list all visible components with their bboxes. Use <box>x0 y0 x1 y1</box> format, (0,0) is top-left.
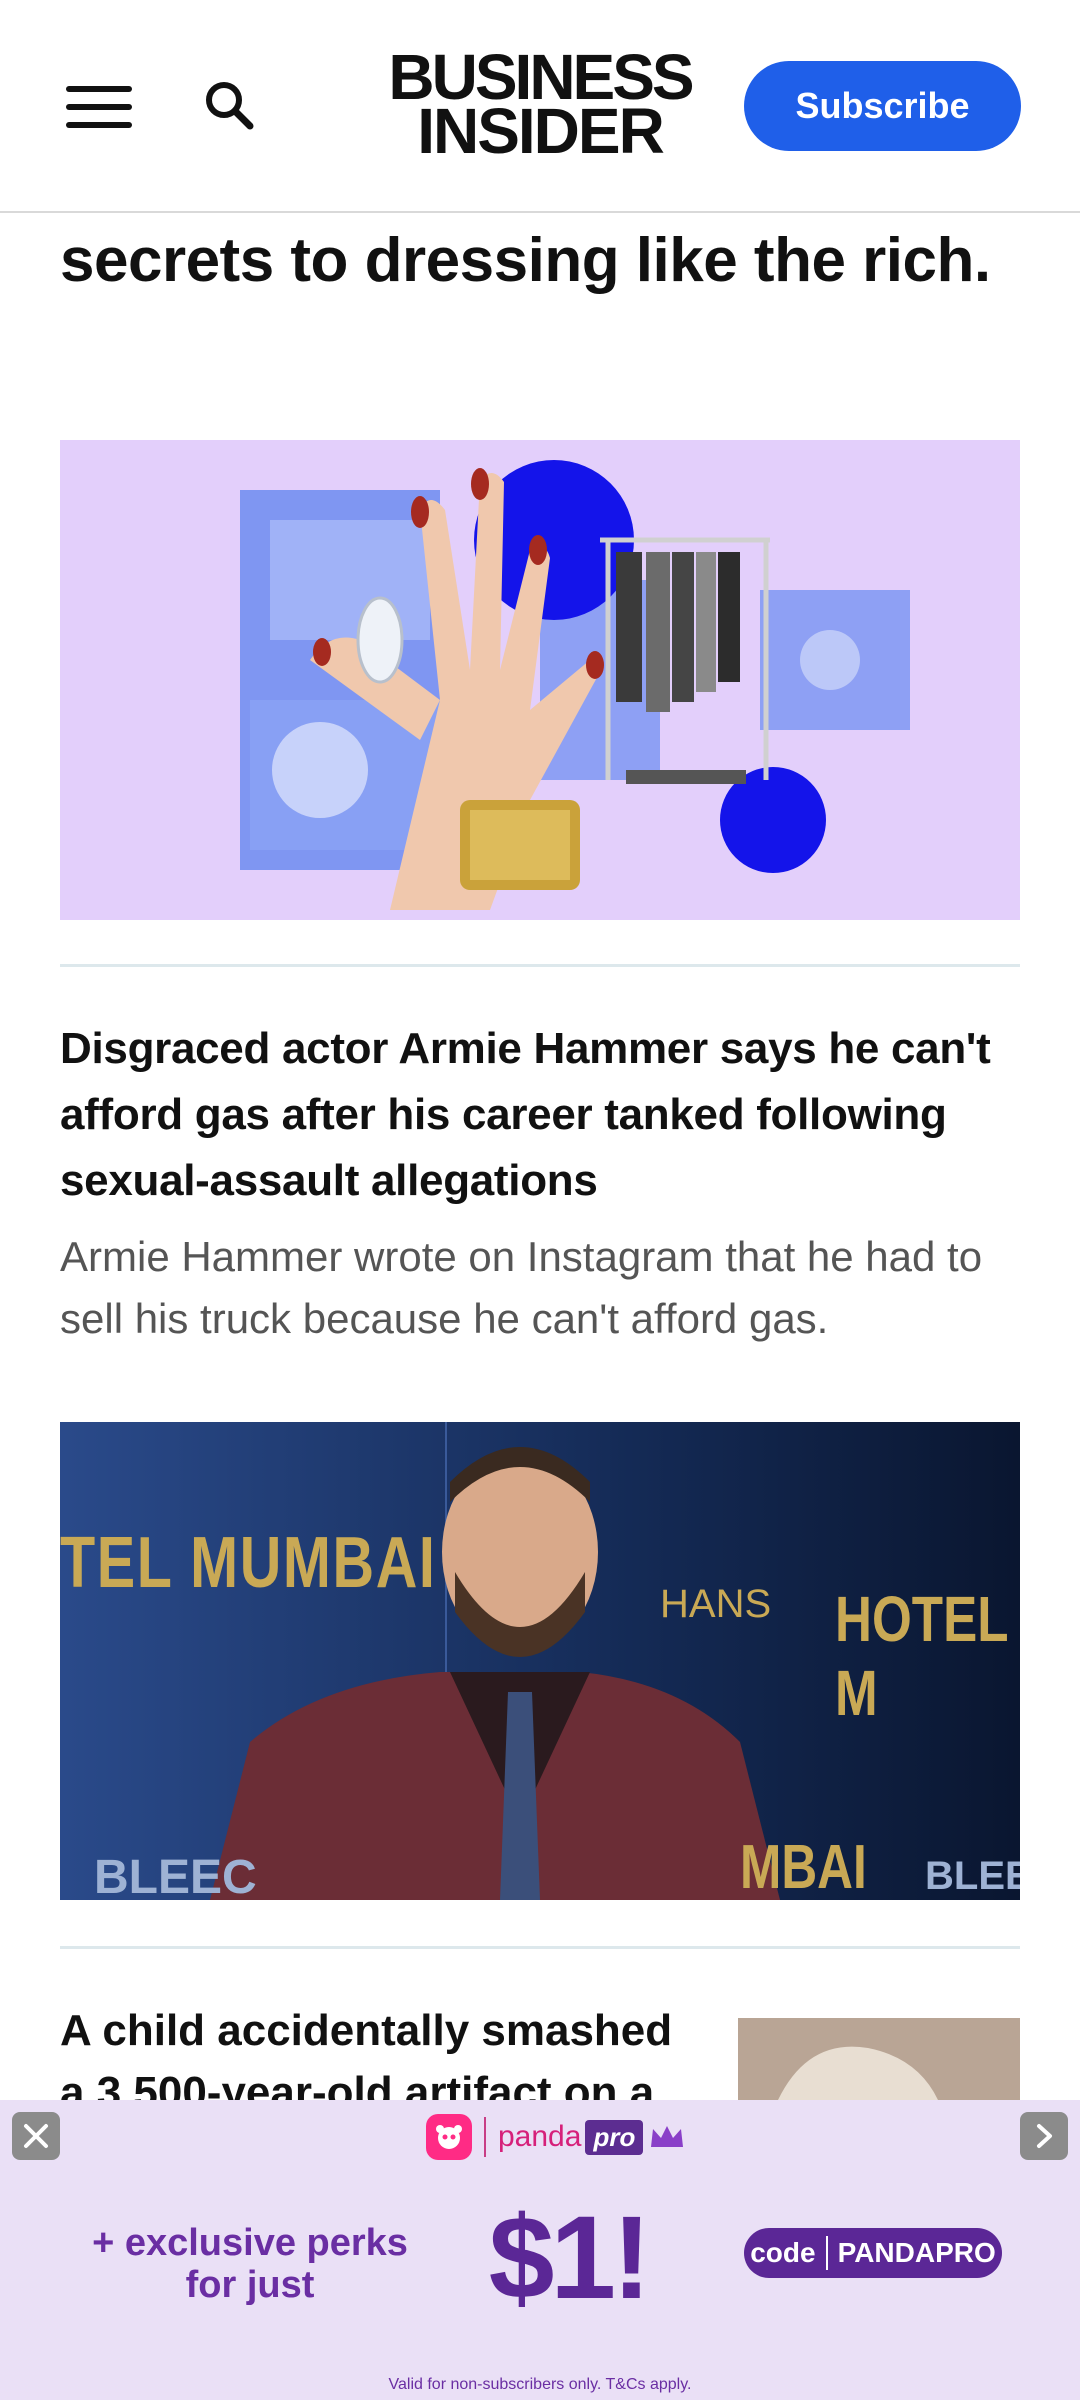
lead-story-title[interactable]: secrets to dressing like the rich. <box>60 220 1020 302</box>
brand-name: panda <box>498 2120 582 2153</box>
business-insider-logo[interactable]: BUSINESS INSIDER <box>380 45 700 167</box>
story-description: Armie Hammer wrote on Instagram that he … <box>60 1233 983 1342</box>
logo-separator <box>484 2117 486 2157</box>
divider <box>60 964 1020 967</box>
promo-code-label: code <box>750 2237 816 2268</box>
brand-pro-badge: pro <box>585 2119 644 2155</box>
subscribe-button[interactable]: Subscribe <box>744 61 1021 151</box>
ad-perks-text: + exclusive perks for just <box>92 2222 408 2306</box>
logo-line-2: INSIDER <box>417 95 665 167</box>
crown-icon <box>651 2126 684 2147</box>
story-thumbnail[interactable] <box>738 2018 1020 2100</box>
hamburger-menu-icon[interactable] <box>60 78 140 136</box>
ad-price: $1! <box>488 2192 652 2324</box>
ad-fineprint: Valid for non-subscribers only. T&Cs app… <box>388 2376 692 2393</box>
backdrop-text: TEL MUMBAI <box>60 1523 437 1603</box>
ad-banner[interactable]: panda pro + exclusive perks for just $1!… <box>0 2100 1080 2400</box>
backdrop-text: BLEEC <box>925 1854 1020 1898</box>
backdrop-text: MBAI <box>740 1833 867 1900</box>
promo-code-separator <box>825 2236 828 2270</box>
panda-icon <box>426 2114 472 2160</box>
promo-code-badge: code PANDAPRO <box>744 2228 1002 2278</box>
story-title[interactable]: A child accidentally smashed a 3,500-yea… <box>60 2000 700 2100</box>
divider <box>60 1946 1020 1949</box>
ad-close-button[interactable] <box>12 2112 60 2160</box>
story-title[interactable]: Disgraced actor Armie Hammer says he can… <box>60 1016 1020 1214</box>
lead-story-image[interactable] <box>60 440 1020 920</box>
promo-code-value: PANDAPRO <box>837 2237 996 2268</box>
site-header: BUSINESS INSIDER Subscribe <box>0 0 1080 213</box>
search-icon[interactable] <box>200 76 260 136</box>
foodpanda-logo: panda pro <box>426 2112 696 2162</box>
ad-next-button[interactable] <box>1020 2112 1068 2160</box>
backdrop-text: HOTEL M <box>835 1583 1008 1729</box>
backdrop-text: BLEEC <box>94 1851 257 1900</box>
story-photo[interactable]: TEL MUMBAI HANS HOTEL M BLEEC MBAI BLEEC <box>60 1422 1020 1900</box>
backdrop-text: HANS <box>660 1582 772 1626</box>
close-icon <box>24 2124 48 2148</box>
chevron-right-icon <box>1037 2124 1052 2148</box>
